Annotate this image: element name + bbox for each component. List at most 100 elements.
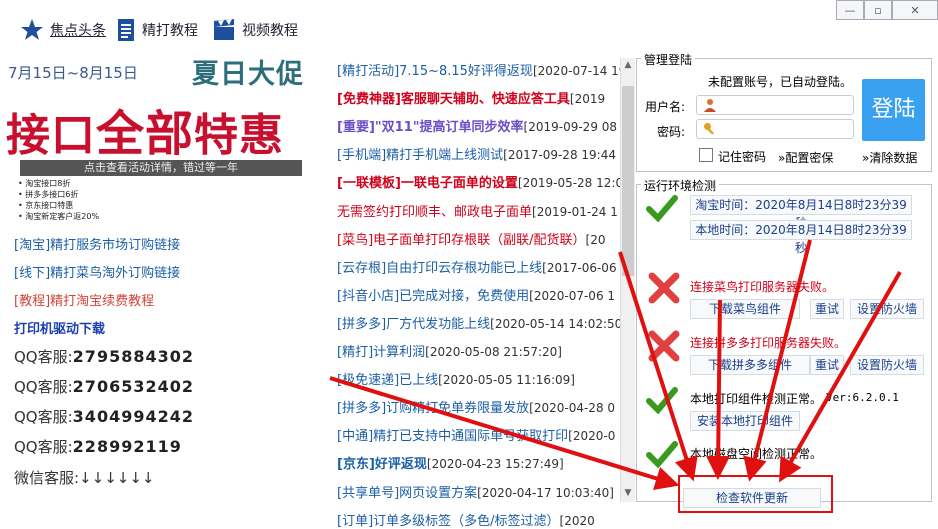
- username-label: 用户名:: [645, 100, 686, 114]
- password-label: 密码:: [657, 125, 686, 139]
- cainiao-error: 连接菜鸟打印服务器失败。: [690, 280, 835, 294]
- error-x-icon: [648, 330, 680, 362]
- banner-date: 7月15日~8月15日: [8, 64, 138, 82]
- news-title: [云存根]自由打印云存根功能已上线: [337, 260, 543, 276]
- link-offline-order[interactable]: [线下]精打菜鸟淘外订购链接: [14, 262, 180, 281]
- remember-checkbox[interactable]: [699, 148, 713, 162]
- component-ok: 本地打印组件检测正常。: [690, 392, 823, 406]
- news-item[interactable]: [抖音小店]已完成对接，免费使用[2020-07-06 1: [337, 285, 620, 304]
- update-highlight-box: [678, 475, 833, 513]
- news-title: [订单]订单多级标签（多色/标签过滤）: [337, 513, 560, 529]
- user-icon: [704, 99, 716, 112]
- link-printer-driver[interactable]: 打印机驱动下载: [14, 318, 105, 337]
- retry-cainiao-button[interactable]: 重试: [810, 299, 844, 319]
- news-title: [精打活动]7.15~8.15好评得返现: [337, 64, 533, 79]
- document-icon: [118, 19, 134, 41]
- news-date: [2020: [559, 513, 595, 528]
- minimize-button[interactable]: —: [836, 0, 864, 20]
- news-item[interactable]: [一联模板]一联电子面单的设置[2019-05-28 12:0: [337, 172, 620, 191]
- banner-summer: 夏日大促: [192, 59, 304, 90]
- login-button[interactable]: 登陆: [862, 79, 925, 141]
- news-item[interactable]: [京东]好评返现[2020-04-23 15:27:49]: [337, 453, 620, 472]
- qq-label: QQ客服:: [14, 408, 73, 426]
- link-renew-tutorial[interactable]: [教程]精打淘宝续费教程: [14, 290, 154, 309]
- news-item[interactable]: [手机端]精打手机端上线测试[2017-09-28 19:44: [337, 144, 620, 163]
- news-date: [2020-04-17 10:03:40]: [477, 485, 614, 500]
- link-taobao-order[interactable]: [淘宝]精打服务市场订购链接: [14, 234, 180, 253]
- nav-tutorial-label: 精打教程: [142, 23, 198, 39]
- news-item[interactable]: [精打]计算利润[2020-05-08 21:57:20]: [337, 341, 620, 360]
- banner-big-left: 接口: [6, 110, 96, 161]
- username-input[interactable]: [696, 95, 854, 115]
- firewall-cainiao-button[interactable]: 设置防火墙: [850, 299, 924, 319]
- qq-number: 3404994242: [72, 407, 194, 426]
- qq-service: QQ客服:2706532402: [14, 376, 194, 397]
- banner-big-right: 特惠: [194, 110, 285, 161]
- news-title: [重要]"双11"提高订单同步效率: [337, 120, 524, 136]
- qq-service: QQ客服:3404994242: [14, 406, 194, 427]
- banner-bullet: 拼多多接口6折: [18, 189, 99, 200]
- news-title: [京东]好评返现: [337, 457, 427, 473]
- clear-data-link[interactable]: »清除数据: [862, 149, 917, 166]
- news-item[interactable]: [精打活动]7.15~8.15好评得返现[2020-07-14 19: [337, 60, 620, 79]
- news-item[interactable]: [拼多多]订购精打免单券限量发放[2020-04-28 0: [337, 397, 620, 416]
- close-button[interactable]: ✕: [892, 0, 938, 20]
- check-icon: [646, 441, 678, 468]
- maximize-button[interactable]: ▫: [864, 0, 892, 20]
- nav-headlines-label: 焦点头条: [50, 23, 106, 39]
- error-x-icon: [648, 272, 680, 304]
- taobao-time: 淘宝时间：2020年8月14日8时23分39秒: [690, 195, 912, 230]
- news-date: [2020-0: [568, 429, 616, 444]
- news-item[interactable]: [重要]"双11"提高订单同步效率[2019-09-29 08: [337, 116, 620, 135]
- news-item[interactable]: [免费神器]客服聊天辅助、快速应答工具[2019: [337, 88, 620, 107]
- check-icon: [646, 195, 678, 222]
- scroll-up-icon[interactable]: ▲: [621, 58, 635, 72]
- key-icon: [704, 123, 714, 135]
- config-security-link[interactable]: »配置密保: [778, 149, 833, 166]
- news-item[interactable]: [云存根]自由打印云存根功能已上线[2017-06-06: [337, 257, 620, 276]
- news-title: [抖音小店]已完成对接，免费使用: [337, 288, 530, 304]
- news-title: [精打]计算利润: [337, 345, 426, 360]
- banner-headline[interactable]: 接口全部特惠: [6, 94, 284, 164]
- env-check-title: 运行环境检测: [641, 177, 720, 194]
- news-item[interactable]: [极免速递]已上线[2020-05-05 11:16:09]: [337, 369, 620, 388]
- pdd-error: 连接拼多多打印服务器失败。: [690, 336, 847, 350]
- news-date: [2019: [569, 92, 606, 107]
- download-cainiao-button[interactable]: 下载菜鸟组件: [690, 299, 800, 319]
- news-date: [2017-06-06: [542, 260, 617, 275]
- banner-bullet: 淘宝新定客户返20%: [18, 211, 99, 222]
- news-title: [拼多多]订购精打免单券限量发放: [337, 401, 530, 417]
- banner-bullet: 京东接口特惠: [18, 200, 99, 211]
- nav-video[interactable]: 视频教程: [212, 18, 298, 42]
- news-date: [2019-09-29 08: [523, 120, 618, 135]
- retry-pdd-button[interactable]: 重试: [810, 355, 844, 375]
- remember-label[interactable]: 记住密码: [718, 148, 766, 165]
- news-title: [手机端]精打手机端上线测试: [337, 148, 504, 164]
- news-item[interactable]: [菜鸟]电子面单打印存根联（副联/配货联）[20: [337, 229, 620, 248]
- config-security-label: 配置密保: [785, 151, 834, 165]
- news-title: [菜鸟]电子面单打印存根联（副联/配货联）: [337, 232, 586, 248]
- qq-label: QQ客服:: [14, 378, 73, 396]
- download-pdd-button[interactable]: 下载拼多多组件: [690, 355, 810, 375]
- scroll-down-icon[interactable]: ▼: [621, 486, 635, 500]
- nav-video-label: 视频教程: [242, 23, 298, 39]
- nav-headlines[interactable]: 焦点头条: [20, 18, 106, 42]
- firewall-pdd-button[interactable]: 设置防火墙: [850, 355, 924, 375]
- banner-bullet: 淘宝接口8折: [18, 178, 99, 189]
- news-title: [一联模板]一联电子面单的设置: [337, 176, 518, 192]
- install-component-button[interactable]: 安装本地打印组件: [690, 411, 800, 431]
- password-input[interactable]: [696, 119, 854, 139]
- nav-tutorial[interactable]: 精打教程: [116, 18, 198, 42]
- news-item[interactable]: [共享单号]网页设置方案[2020-04-17 10:03:40]: [337, 482, 620, 501]
- news-item[interactable]: 无需签约打印顺丰、邮政电子面单[2019-01-24 1: [337, 201, 620, 220]
- qq-label: QQ客服:: [14, 348, 73, 366]
- scroll-thumb[interactable]: [622, 86, 634, 276]
- banner-details-bar[interactable]: 点击查看活动详情，错过等一年: [20, 160, 302, 176]
- qq-number: 2795884302: [72, 347, 194, 366]
- news-date: [2020-07-06 1: [529, 288, 616, 303]
- news-scrollbar[interactable]: ▲ ▼: [620, 58, 635, 502]
- news-item[interactable]: [拼多多]厂方代发功能上线[2020-05-14 14:02:50: [337, 313, 620, 332]
- news-item[interactable]: [订单]订单多级标签（多色/标签过滤）[2020: [337, 510, 620, 529]
- qq-service: QQ客服:228992119: [14, 436, 182, 457]
- news-item[interactable]: [中通]精打已支持中通国际单号获取打印[2020-0: [337, 425, 620, 444]
